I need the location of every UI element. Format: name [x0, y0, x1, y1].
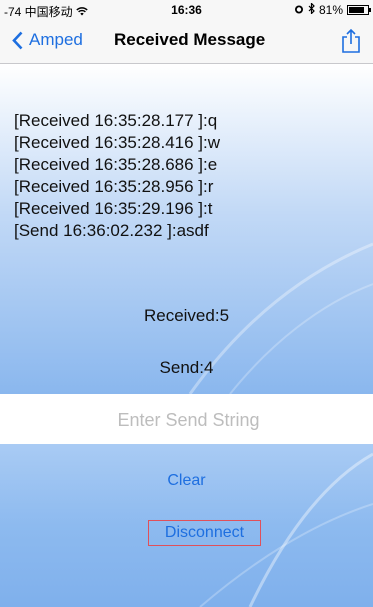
controls-panel: Clear Disconnect: [0, 444, 373, 607]
page-title: Received Message: [114, 30, 266, 49]
share-button[interactable]: [341, 28, 361, 59]
send-input-area: [0, 394, 373, 446]
share-icon: [342, 28, 360, 53]
log-line: [Received 16:35:29.196 ]:t: [14, 199, 213, 218]
chevron-left-icon: [12, 31, 23, 49]
alarm-icon: [294, 3, 304, 17]
battery-icon: [347, 5, 371, 15]
status-bar: -74 中国移动 16:36 81%: [0, 0, 373, 20]
battery-percent: 81%: [318, 3, 343, 17]
battery-fill: [349, 7, 364, 13]
send-count: Send:4: [159, 358, 214, 377]
navigation-bar: Amped Received Message: [0, 20, 373, 64]
log-line: [Send 16:36:02.232 ]:asdf: [14, 221, 209, 240]
log-line: [Received 16:35:28.956 ]:r: [14, 177, 214, 196]
send-string-input[interactable]: [0, 394, 373, 446]
back-button-label: Amped: [29, 30, 83, 49]
received-count: Received:5: [143, 306, 230, 325]
message-log: [Received 16:35:28.177 ]:q [Received 16:…: [14, 110, 220, 242]
log-line: [Received 16:35:28.686 ]:e: [14, 155, 218, 174]
log-line: [Received 16:35:28.177 ]:q: [14, 111, 218, 130]
status-right: 81%: [294, 2, 371, 17]
back-button[interactable]: Amped: [12, 30, 83, 50]
disconnect-button[interactable]: Disconnect: [148, 520, 261, 546]
log-line: [Received 16:35:28.416 ]:w: [14, 133, 221, 152]
message-panel: [Received 16:35:28.177 ]:q [Received 16:…: [0, 64, 373, 394]
bluetooth-icon: [308, 2, 315, 17]
clear-button[interactable]: Clear: [0, 472, 373, 490]
